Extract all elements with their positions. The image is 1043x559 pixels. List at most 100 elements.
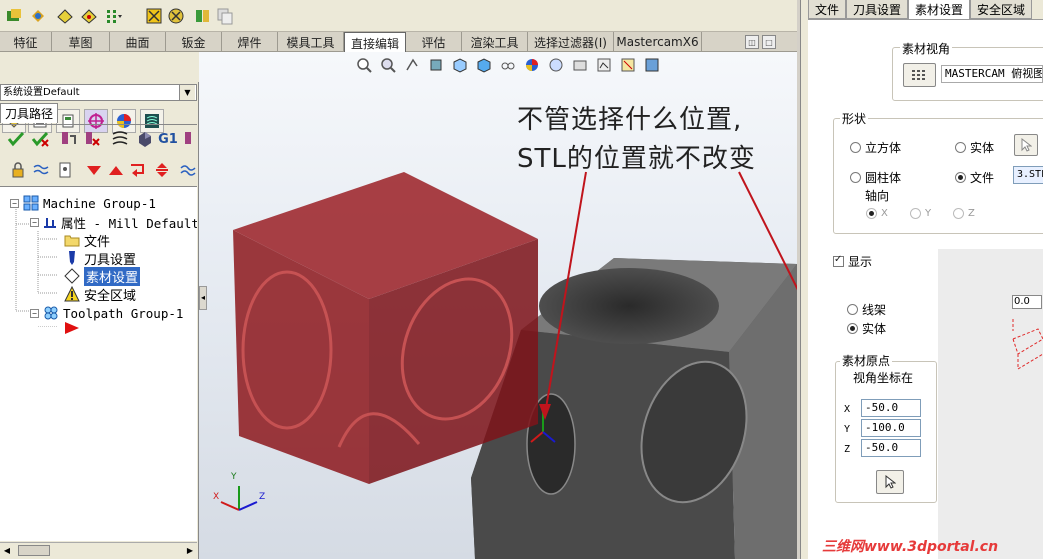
tree-safety-zone[interactable]: 安全区域 <box>64 285 136 304</box>
display-solid-radio[interactable] <box>847 323 858 334</box>
edit-appearance-icon[interactable] <box>523 56 541 74</box>
move-up-icon[interactable] <box>106 160 126 180</box>
collapse-icon[interactable]: − <box>30 308 39 318</box>
tab-files[interactable]: 文件 <box>808 0 847 19</box>
chevron-down-icon[interactable]: ▼ <box>179 85 195 100</box>
file-radio[interactable] <box>955 172 966 183</box>
verify-icon[interactable] <box>135 129 155 149</box>
zoom-area-icon[interactable] <box>379 56 397 74</box>
tree-toolpath-group[interactable]: − Toolpath Group-1 <box>30 304 183 322</box>
tree-tool-settings[interactable]: 刀具设置 <box>64 249 136 268</box>
tab-sheetmetal[interactable]: 钣金 <box>166 32 222 52</box>
shape-solid-option[interactable]: 实体 <box>955 139 994 156</box>
display-solid-option[interactable]: 实体 <box>847 320 886 337</box>
tree-files[interactable]: 文件 <box>64 231 110 250</box>
axis-z-radio[interactable] <box>953 208 964 219</box>
regenerate-icon[interactable] <box>58 129 78 149</box>
stl-file-field[interactable]: 3.STL <box>1013 166 1043 184</box>
regenerate-dirty-icon[interactable] <box>82 129 102 149</box>
copy-icon[interactable] <box>215 6 235 26</box>
graphics-viewport[interactable]: Y X Z 不管选择什么位置, STL的位置就不改变 <box>199 52 797 559</box>
tab-sketch[interactable]: 草图 <box>52 32 110 52</box>
tab-direct-edit[interactable]: 直接编辑 <box>344 32 406 53</box>
origin-x-field[interactable]: -50.0 <box>861 399 921 417</box>
wave-icon[interactable] <box>178 160 198 180</box>
toggle-post-icon[interactable] <box>55 160 75 180</box>
scene-icon[interactable] <box>547 56 565 74</box>
view-orientation-icon[interactable] <box>451 56 469 74</box>
book-icon[interactable] <box>193 6 213 26</box>
scrollbar-thumb[interactable] <box>18 545 50 556</box>
move-down-icon[interactable] <box>84 160 104 180</box>
axis-x-radio[interactable] <box>866 208 877 219</box>
tab-mastercam[interactable]: MastercamX6 <box>614 32 702 52</box>
select-all-icon[interactable] <box>6 129 26 149</box>
display-checkbox-row[interactable]: 显示 <box>833 253 872 270</box>
tab-feature[interactable]: 特征 <box>0 32 52 52</box>
collapse-icon[interactable]: − <box>10 198 19 208</box>
tab-evaluate[interactable]: 评估 <box>406 32 462 52</box>
axis-y-radio[interactable] <box>910 208 921 219</box>
zoom-to-fit-icon[interactable] <box>355 56 373 74</box>
backplot-icon[interactable] <box>110 129 130 149</box>
tree-stock-setup[interactable]: 素材设置 <box>64 266 141 286</box>
tab-mold-tools[interactable]: 模具工具 <box>278 32 344 52</box>
tab-tool-settings[interactable]: 刀具设置 <box>846 0 909 19</box>
select-invalid-icon[interactable] <box>30 129 50 149</box>
clear-icon[interactable] <box>166 6 186 26</box>
hide-show-icon[interactable] <box>499 56 517 74</box>
restore-icon[interactable]: ◫ <box>745 35 759 49</box>
tab-safety-zone[interactable]: 安全区域 <box>970 0 1033 19</box>
collapse-icon[interactable]: − <box>30 217 39 227</box>
tab-render-tools[interactable]: 渲染工具 <box>462 32 528 52</box>
stock-view-select-button[interactable] <box>903 63 936 87</box>
shape-file-option[interactable]: 文件 <box>955 169 994 186</box>
scroll-right-icon[interactable]: ▶ <box>184 544 196 557</box>
regen-icon[interactable] <box>28 6 48 26</box>
section-view-icon[interactable] <box>427 56 445 74</box>
origin-z-field[interactable]: -50.0 <box>861 439 921 457</box>
highfeed-icon[interactable] <box>180 129 200 149</box>
axis-x-option[interactable]: X <box>866 208 888 219</box>
toggle-display-icon[interactable] <box>31 160 51 180</box>
shade2-icon[interactable] <box>79 6 99 26</box>
tree-properties[interactable]: − 属性 - Mill Default <box>30 213 197 231</box>
tab-weldments[interactable]: 焊件 <box>222 32 278 52</box>
select-box-icon[interactable] <box>144 6 164 26</box>
view-settings-icon[interactable] <box>571 56 589 74</box>
shade-icon[interactable] <box>55 6 75 26</box>
cube-radio[interactable] <box>850 142 861 153</box>
maximize-icon[interactable]: □ <box>762 35 776 49</box>
tab-selection-filter[interactable]: 选择过滤器(I) <box>528 32 614 52</box>
axis-y-option[interactable]: Y <box>910 208 931 219</box>
post-g1-button[interactable]: G1 <box>158 129 178 149</box>
wireframe-radio[interactable] <box>847 304 858 315</box>
move-updown-icon[interactable] <box>152 160 172 180</box>
display-checkbox[interactable] <box>833 254 844 267</box>
tab-toolpaths[interactable]: 刀具路径 <box>0 103 58 123</box>
wireframe-option[interactable]: 线架 <box>847 301 886 318</box>
previous-view-icon[interactable] <box>403 56 421 74</box>
display-style-icon[interactable] <box>475 56 493 74</box>
tree-machine-group[interactable]: − Machine Group-1 <box>10 194 156 212</box>
select-solid-button[interactable] <box>1014 134 1038 156</box>
solid-radio[interactable] <box>955 142 966 153</box>
cylinder-radio[interactable] <box>850 172 861 183</box>
lock-icon[interactable] <box>8 160 28 180</box>
origin-y-field[interactable]: -100.0 <box>861 419 921 437</box>
shape-cylinder-option[interactable]: 圆柱体 <box>850 169 901 186</box>
shadows-icon[interactable] <box>619 56 637 74</box>
select-origin-button[interactable] <box>876 470 904 494</box>
insert-marker-icon[interactable] <box>64 321 80 335</box>
axis-z-option[interactable]: Z <box>953 208 975 219</box>
realview-icon[interactable] <box>595 56 613 74</box>
ambient-icon[interactable] <box>643 56 661 74</box>
scroll-left-icon[interactable]: ◀ <box>1 544 13 557</box>
shape-cube-option[interactable]: 立方体 <box>850 139 901 156</box>
tab-surface[interactable]: 曲面 <box>110 32 166 52</box>
tab-stock-setup[interactable]: 素材设置 <box>908 0 971 19</box>
grid-menu-icon[interactable] <box>104 6 124 26</box>
panel-collapse-handle[interactable]: ◂ <box>199 286 207 310</box>
insert-arrow-icon[interactable] <box>128 160 148 180</box>
red-stock-cube[interactable] <box>233 172 538 484</box>
